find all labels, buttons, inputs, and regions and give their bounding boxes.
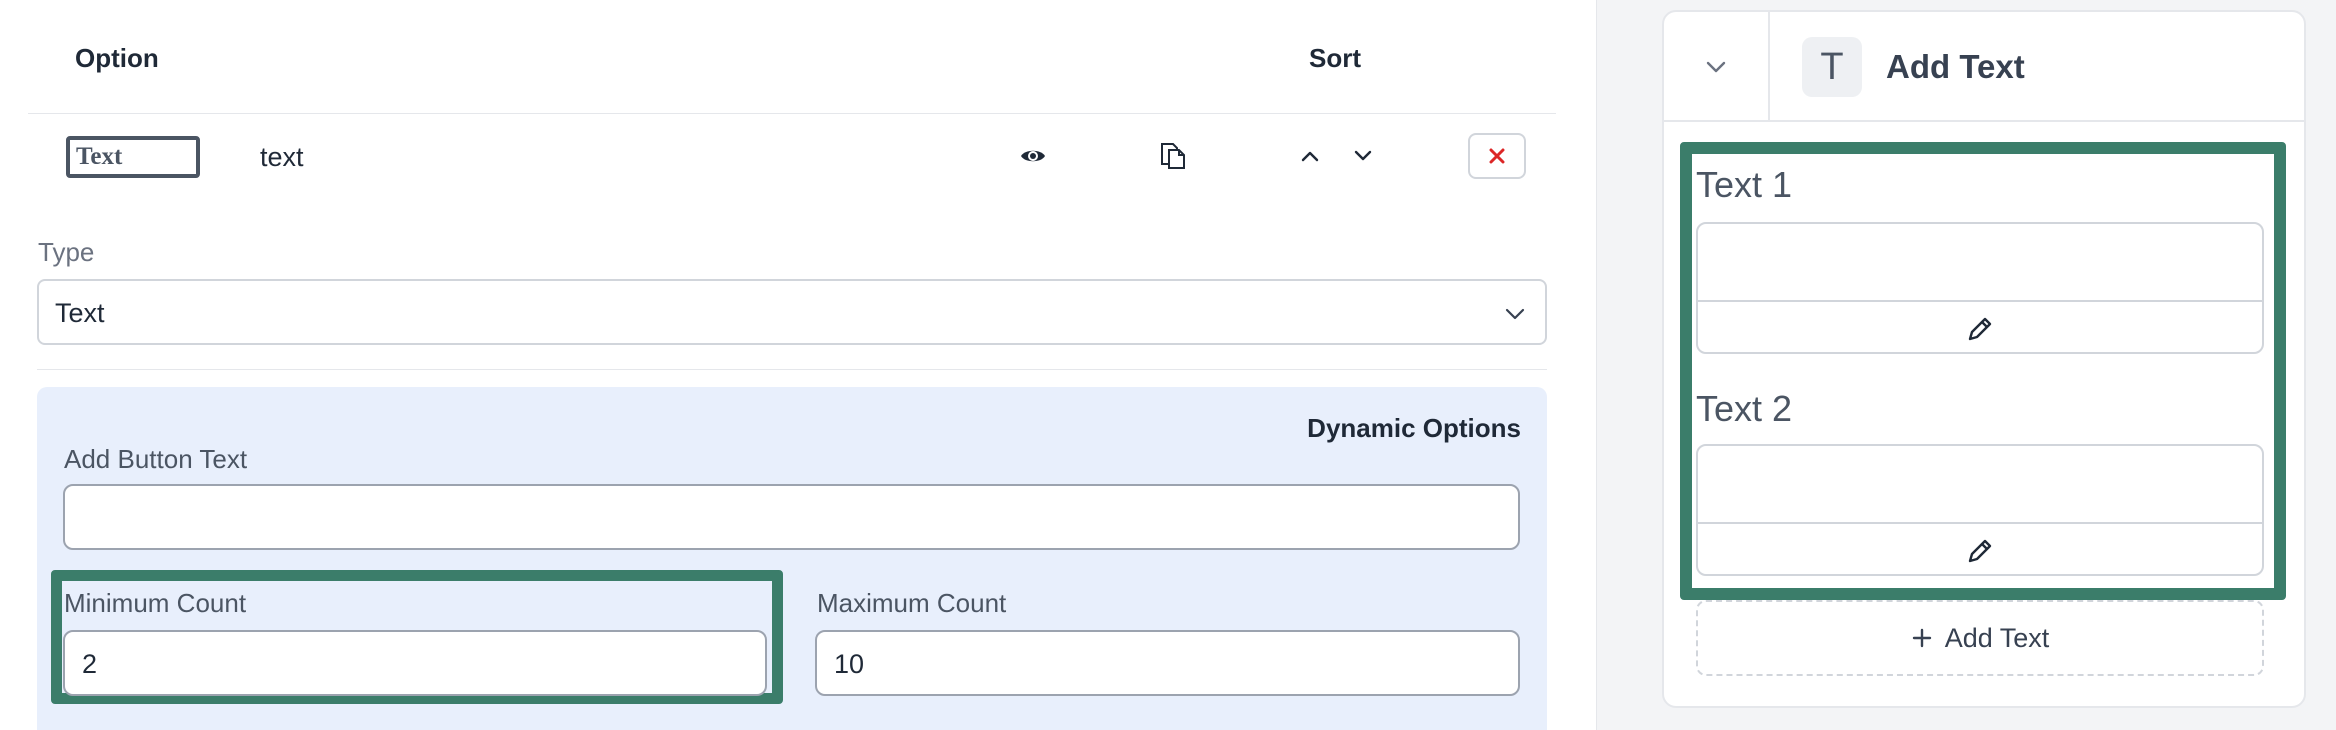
preview-card: T Add Text Text 1 Text 2 Add Text: [1662, 10, 2306, 708]
text-type-letter: T: [1820, 45, 1844, 88]
preview-panel: T Add Text Text 1 Text 2 Add Text: [1630, 0, 2336, 730]
page: Option Sort Text text Type Text Dynamic …: [0, 0, 2336, 730]
text-field-label-2: Text 2: [1696, 388, 1793, 429]
add-text-label: Add Text: [1944, 622, 2050, 653]
maximum-count-value: 10: [834, 649, 865, 679]
add-text-button[interactable]: Add Text: [1696, 600, 2264, 676]
close-icon: [1489, 148, 1505, 164]
type-label: Type: [38, 237, 95, 267]
text-field-2[interactable]: [1696, 444, 2264, 576]
chevron-down-icon: [1706, 61, 1726, 73]
eye-icon: [1021, 150, 1045, 162]
chevron-up-icon: [1301, 151, 1319, 162]
option-thumbnail: Text: [66, 136, 200, 178]
table-row: Text text: [28, 114, 1556, 198]
edit-text-button-1[interactable]: [1698, 304, 2262, 354]
duplicate-button[interactable]: [1148, 134, 1198, 178]
chevron-down-icon: [1354, 150, 1372, 161]
collapse-button[interactable]: [1664, 12, 1770, 122]
preview-card-header: T Add Text: [1664, 12, 2304, 122]
dynamic-options-panel: Dynamic Options Add Button Text Minimum …: [37, 387, 1547, 730]
option-editor-panel: Option Sort Text text Type Text Dynamic …: [0, 0, 1596, 730]
plus-icon: [1912, 628, 1931, 648]
column-header-sort: Sort: [1309, 43, 1361, 73]
text-type-icon: T: [1802, 37, 1862, 97]
minimum-count-label: Minimum Count: [64, 588, 247, 618]
move-down-button[interactable]: [1341, 136, 1385, 176]
pencil-icon: [1968, 317, 1992, 341]
minimum-count-input[interactable]: 2: [63, 630, 767, 696]
pencil-icon: [1968, 539, 1992, 563]
divider: [37, 369, 1547, 370]
add-button-text-label: Add Button Text: [64, 444, 248, 474]
maximum-count-input[interactable]: 10: [815, 630, 1520, 696]
preview-card-title: Add Text: [1886, 48, 2025, 85]
text-field-label-1: Text 1: [1696, 164, 1793, 205]
move-up-button[interactable]: [1288, 136, 1332, 176]
delete-option-button[interactable]: [1468, 133, 1526, 179]
minimum-count-value: 2: [82, 649, 98, 679]
visibility-toggle-button[interactable]: [1008, 136, 1058, 176]
option-name: text: [260, 142, 304, 172]
type-selected-value: Text: [55, 298, 105, 328]
options-table-header: Option Sort: [28, 0, 1556, 114]
text-field-input-1[interactable]: [1698, 224, 2262, 302]
panel-divider: [1596, 0, 1630, 730]
edit-text-button-2[interactable]: [1698, 526, 2262, 576]
chevron-down-icon: [1505, 308, 1525, 320]
maximum-count-label: Maximum Count: [817, 588, 1007, 618]
dynamic-options-title: Dynamic Options: [1307, 413, 1521, 443]
column-header-option: Option: [75, 43, 159, 73]
text-field-input-2[interactable]: [1698, 446, 2262, 524]
add-button-text-input[interactable]: [63, 484, 1520, 550]
type-select[interactable]: Text: [37, 279, 1547, 345]
text-field-1[interactable]: [1696, 222, 2264, 354]
copy-icon: [1161, 143, 1185, 169]
